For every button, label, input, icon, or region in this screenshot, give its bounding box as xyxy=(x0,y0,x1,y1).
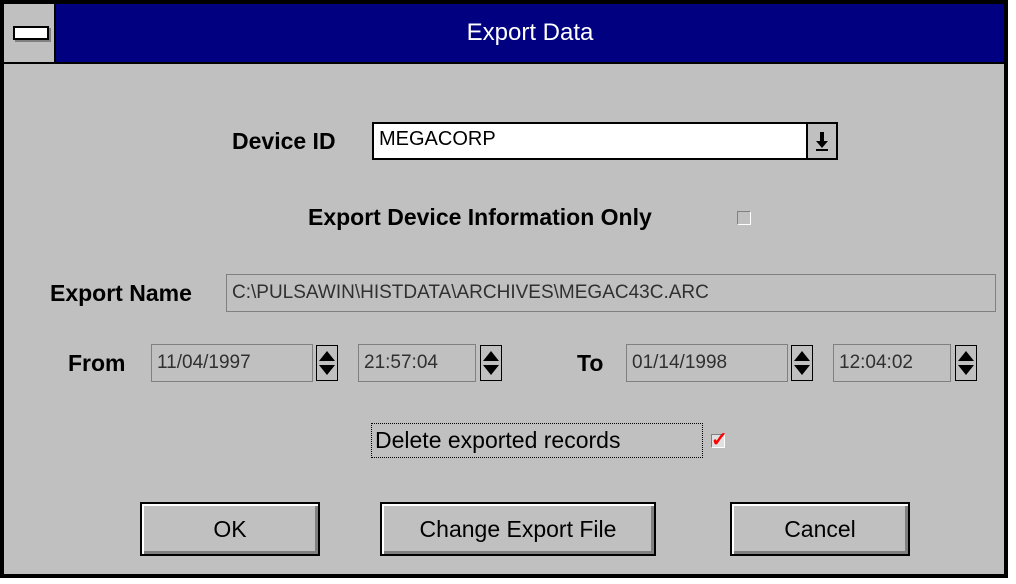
device-id-label: Device ID xyxy=(232,128,336,154)
spin-down-icon xyxy=(794,365,810,375)
window-title: Export Data xyxy=(466,19,594,46)
spin-down-icon xyxy=(319,365,335,375)
from-date-spinner[interactable] xyxy=(316,345,338,381)
ok-button[interactable]: OK xyxy=(140,502,320,556)
delete-records-checkbox[interactable]: ✓ xyxy=(711,429,728,451)
to-date-spinner[interactable] xyxy=(791,345,813,381)
dropdown-button[interactable] xyxy=(806,124,836,158)
from-time-spinner[interactable] xyxy=(480,345,502,381)
device-id-value: MEGACORP xyxy=(379,128,496,150)
spin-up-icon xyxy=(483,351,499,361)
spin-up-icon xyxy=(794,351,810,361)
to-time-spinner[interactable] xyxy=(955,345,977,381)
from-time-field[interactable]: 21:57:04 xyxy=(358,344,476,382)
system-menu-button[interactable] xyxy=(4,4,56,62)
spin-up-icon xyxy=(958,351,974,361)
spin-down-icon xyxy=(958,365,974,375)
system-menu-icon xyxy=(13,26,49,40)
to-date-field[interactable]: 01/14/1998 xyxy=(626,344,788,382)
to-time-field[interactable]: 12:04:02 xyxy=(833,344,951,382)
to-label: To xyxy=(577,350,604,376)
delete-records-label: Delete exported records xyxy=(375,427,621,453)
spin-down-icon xyxy=(483,365,499,375)
from-date-field[interactable]: 11/04/1997 xyxy=(151,344,313,382)
checkmark-icon: ✓ xyxy=(711,429,728,451)
device-id-dropdown[interactable]: MEGACORP xyxy=(372,122,838,160)
export-name-field[interactable]: C:\PULSAWIN\HISTDATA\ARCHIVES\MEGAC43C.A… xyxy=(226,274,996,312)
spin-up-icon xyxy=(319,351,335,361)
export-data-dialog: Export Data Device ID MEGACORP Export De… xyxy=(0,0,1008,578)
cancel-button[interactable]: Cancel xyxy=(730,502,910,556)
export-info-only-checkbox[interactable] xyxy=(737,211,751,225)
title-bar: Export Data xyxy=(4,4,1004,64)
from-label: From xyxy=(68,350,126,376)
export-name-label: Export Name xyxy=(50,280,192,306)
arrow-down-icon xyxy=(815,127,829,152)
export-info-only-label: Export Device Information Only xyxy=(308,204,652,230)
change-export-file-button[interactable]: Change Export File xyxy=(380,502,656,556)
